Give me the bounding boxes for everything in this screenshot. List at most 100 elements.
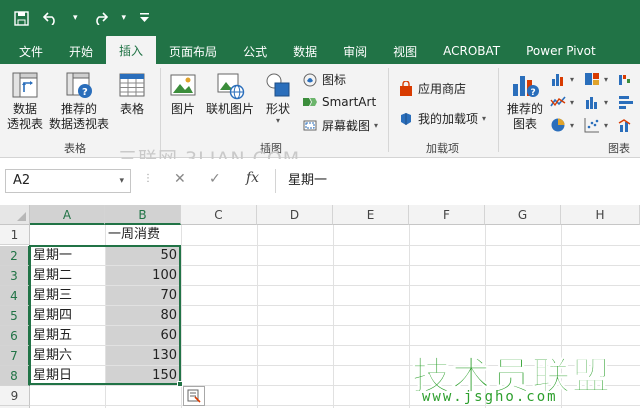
recommended-charts-label-line2: 图表	[512, 117, 537, 131]
combo-chart-icon	[618, 119, 631, 132]
bar-chart-icon	[619, 96, 633, 109]
recommended-pivot-label-line2: 数据透视表	[48, 117, 109, 131]
line-chart-button[interactable]: ▾	[550, 94, 574, 110]
icons-icon	[303, 73, 317, 86]
tab-page-layout[interactable]: 页面布局	[156, 38, 230, 64]
group-separator	[498, 68, 499, 152]
tab-insert[interactable]: 插入	[106, 36, 157, 64]
column-header-h[interactable]: H	[561, 205, 640, 225]
recommended-pivot-icon: ?	[66, 72, 92, 98]
select-all-button[interactable]	[0, 205, 30, 225]
quick-analysis-button[interactable]	[183, 386, 205, 406]
column-header-e[interactable]: E	[333, 205, 409, 225]
save-icon[interactable]	[14, 10, 29, 26]
column-header-c[interactable]: C	[181, 205, 257, 225]
customize-qat-icon[interactable]	[140, 13, 150, 23]
row-header-1[interactable]: 1	[0, 225, 30, 245]
picture-label: 图片	[170, 102, 195, 116]
hierarchy-chart-dropdown-icon: ▾	[604, 74, 609, 84]
pivot-table-label-line2: 透视表	[6, 117, 43, 131]
screenshot-icon	[303, 120, 317, 130]
screenshot-button[interactable]: 屏幕截图 ▾	[302, 117, 378, 134]
row-header-6[interactable]: 6	[0, 326, 30, 346]
statistic-chart-button[interactable]: ▾	[584, 94, 608, 110]
formula-bar-grip-icon[interactable]: ⋮	[143, 173, 153, 184]
redo-dropdown-icon[interactable]: ▾	[122, 13, 127, 23]
pivot-table-label-line1: 数据	[12, 102, 37, 116]
picture-button[interactable]: 图片	[166, 70, 200, 117]
pie-chart-dropdown-icon: ▾	[570, 120, 575, 130]
logo-url: www.jsgho.com	[422, 389, 558, 405]
smartart-icon	[303, 98, 317, 106]
column-header-f[interactable]: F	[409, 205, 485, 225]
column-chart-button[interactable]: ▾	[550, 71, 574, 87]
name-box-value: A2	[13, 173, 31, 188]
combo-chart-button[interactable]	[618, 117, 634, 133]
pivot-table-button[interactable]: 数据 透视表	[6, 70, 44, 132]
tab-formulas[interactable]: 公式	[230, 38, 280, 64]
shapes-button[interactable]: 形状 ▾	[262, 70, 294, 125]
row-header-2[interactable]: 2	[0, 246, 30, 266]
insert-function-icon[interactable]: fx	[246, 170, 259, 186]
redo-icon[interactable]	[92, 11, 108, 25]
statistic-chart-dropdown-icon: ▾	[604, 97, 609, 107]
undo-dropdown-icon[interactable]: ▾	[73, 13, 78, 23]
recommended-charts-icon: ?	[513, 76, 539, 98]
hierarchy-chart-button[interactable]: ▾	[584, 71, 608, 87]
table-button[interactable]: 表格	[114, 70, 150, 117]
grid-line	[333, 225, 334, 408]
waterfall-chart-button[interactable]	[618, 71, 634, 87]
scatter-chart-button[interactable]: ▾	[584, 117, 608, 133]
enter-icon[interactable]: ✓	[209, 171, 221, 187]
site-logo: 技术员联盟 www.jsgho.com	[408, 345, 610, 407]
cancel-icon[interactable]: ✕	[174, 171, 186, 187]
recommended-pivot-button[interactable]: ? 推荐的 数据透视表	[48, 70, 110, 132]
online-picture-icon	[217, 73, 245, 100]
group-label-addins: 加载项	[426, 142, 459, 155]
icons-button[interactable]: 图标	[302, 71, 346, 88]
column-header-g[interactable]: G	[485, 205, 561, 225]
shapes-label: 形状	[265, 102, 290, 116]
column-chart-icon	[552, 74, 563, 86]
tab-data[interactable]: 数据	[280, 38, 330, 64]
tab-review[interactable]: 审阅	[330, 38, 380, 64]
column-header-b[interactable]: B	[105, 205, 181, 225]
store-label: 应用商店	[418, 82, 467, 96]
smartart-label: SmartArt	[322, 95, 377, 109]
store-button[interactable]: 应用商店	[398, 80, 466, 97]
undo-icon[interactable]	[43, 11, 59, 25]
tab-view[interactable]: 视图	[380, 38, 430, 64]
name-box-dropdown-icon[interactable]: ▾	[119, 170, 124, 192]
my-addins-icon	[401, 112, 411, 125]
row-header-8[interactable]: 8	[0, 366, 30, 386]
bar-chart-button[interactable]	[618, 94, 634, 110]
name-box[interactable]: A2 ▾	[5, 169, 131, 193]
row-header-7[interactable]: 7	[0, 346, 30, 366]
svg-text:?: ?	[531, 88, 536, 98]
group-label-charts: 图表	[608, 142, 630, 155]
scatter-chart-dropdown-icon: ▾	[604, 120, 609, 130]
pie-chart-button[interactable]: ▾	[550, 117, 574, 133]
tab-power-pivot[interactable]: Power Pivot	[513, 38, 609, 64]
column-chart-dropdown-icon: ▾	[570, 74, 575, 84]
table-label: 表格	[119, 102, 144, 116]
smartart-button[interactable]: SmartArt	[302, 94, 376, 110]
screenshot-dropdown-icon: ▾	[374, 121, 379, 130]
formula-input[interactable]: 星期一	[275, 169, 637, 193]
tab-acrobat[interactable]: ACROBAT	[430, 38, 513, 64]
column-header-d[interactable]: D	[257, 205, 333, 225]
my-addins-button[interactable]: 我的加载项 ▾	[398, 110, 486, 127]
row-header-4[interactable]: 4	[0, 286, 30, 306]
my-addins-dropdown-icon: ▾	[482, 114, 487, 123]
grid-line	[257, 225, 258, 408]
group-label-tables: 表格	[64, 142, 86, 155]
online-picture-button[interactable]: 联机图片	[202, 70, 258, 117]
column-header-a[interactable]: A	[30, 205, 105, 225]
row-header-9[interactable]: 9	[0, 386, 30, 406]
cell-b1[interactable]: 一周消费	[105, 225, 181, 245]
tab-file[interactable]: 文件	[6, 38, 56, 64]
recommended-charts-button[interactable]: ? 推荐的 图表	[504, 70, 546, 132]
row-header-3[interactable]: 3	[0, 266, 30, 286]
row-header-5[interactable]: 5	[0, 306, 30, 326]
tab-home[interactable]: 开始	[56, 38, 106, 64]
